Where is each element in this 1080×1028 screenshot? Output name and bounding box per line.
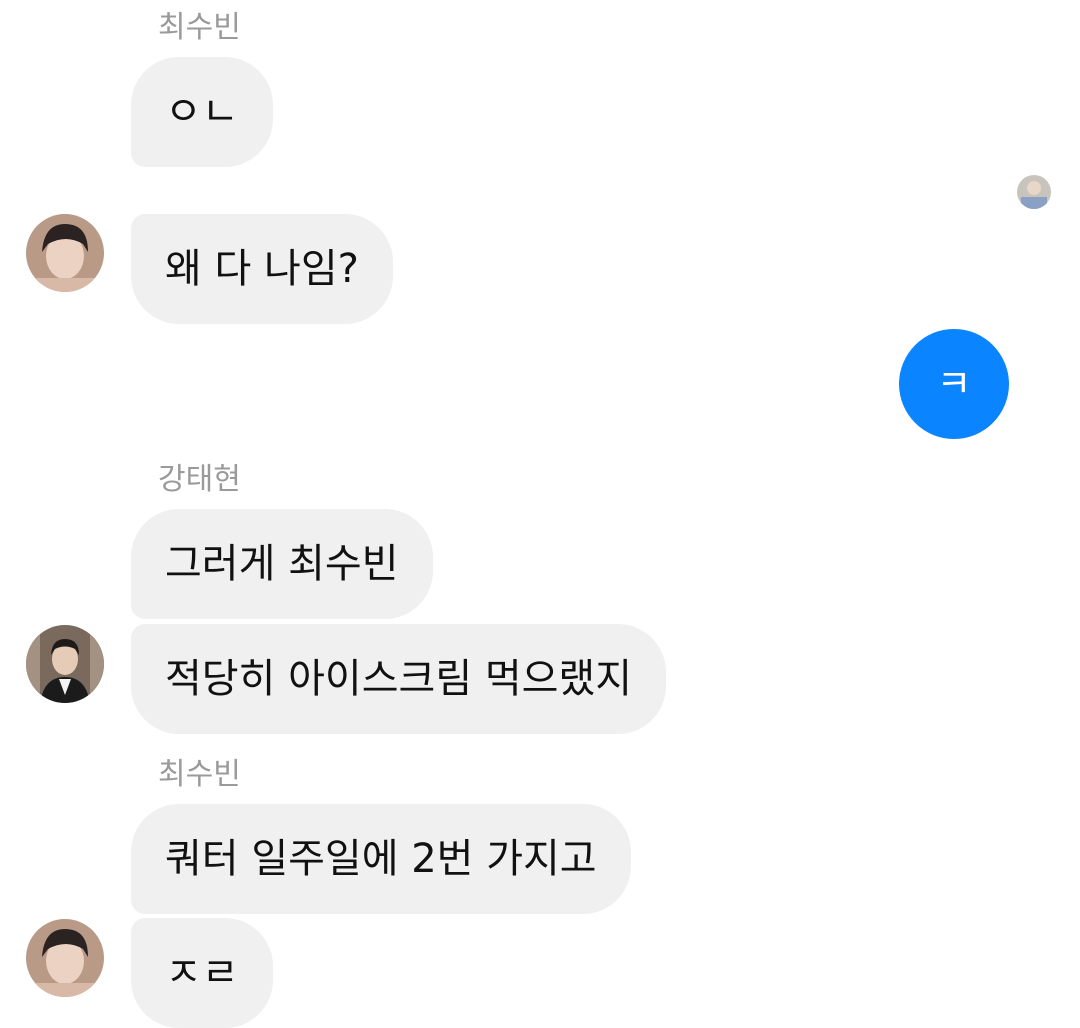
message-bubble[interactable]: 왜 다 나임? — [131, 214, 393, 324]
message-bubble[interactable]: 그러게 최수빈 — [131, 509, 433, 619]
avatar[interactable] — [26, 625, 104, 703]
sender-name: 최수빈 — [158, 10, 241, 45]
avatar[interactable] — [26, 919, 104, 997]
message-bubble[interactable]: ㅈㄹ — [131, 918, 273, 1028]
outgoing-message-bubble[interactable]: ㅋ — [899, 329, 1009, 439]
message-bubble[interactable]: 적당히 아이스크림 먹으랬지 — [131, 624, 667, 734]
message-bubble[interactable]: 쿼터 일주일에 2번 가지고 — [131, 804, 631, 914]
message-bubble[interactable]: ㅇㄴ — [131, 57, 273, 167]
sender-name: 강태현 — [158, 462, 241, 497]
sender-name: 최수빈 — [158, 757, 241, 792]
avatar[interactable] — [26, 214, 104, 292]
read-receipt-avatar — [1017, 175, 1051, 209]
